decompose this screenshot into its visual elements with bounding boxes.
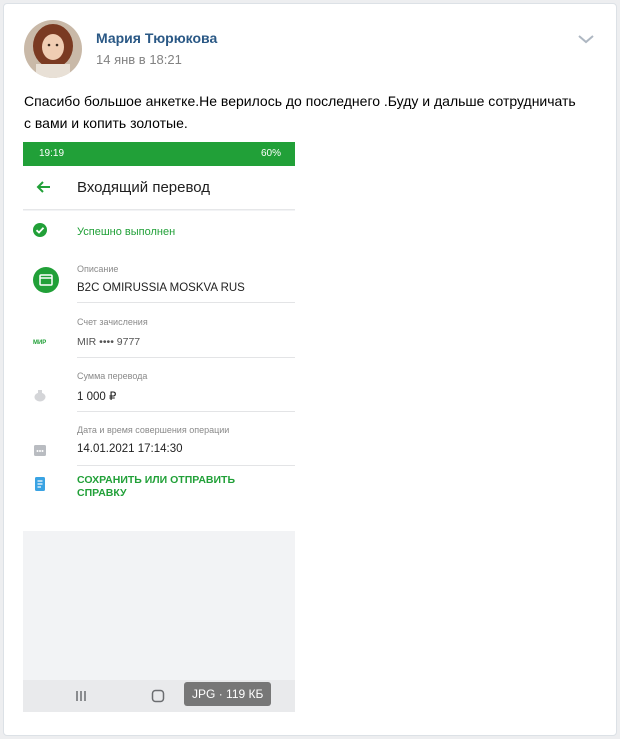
phone-status-bar: 19:19 60%: [23, 142, 295, 166]
app-header: Входящий перевод: [23, 166, 295, 210]
description-label: Описание: [77, 264, 119, 274]
account-label: Счет зачисления: [77, 317, 148, 327]
photo-attachment[interactable]: 19:19 60% Входящий перевод Успешно выпол…: [23, 142, 295, 712]
file-type: JPG: [192, 687, 216, 701]
avatar[interactable]: [24, 20, 82, 78]
recent-apps-icon: [76, 691, 86, 701]
divider: [77, 465, 295, 466]
file-size: 119 КБ: [226, 687, 264, 701]
success-check-icon: [33, 223, 47, 237]
post-date[interactable]: 14 янв в 18:21: [96, 52, 182, 67]
status-time: 19:19: [39, 148, 65, 159]
mir-logo: МИР: [33, 340, 47, 346]
document-icon: [35, 477, 45, 491]
status-label: Успешно выполнен: [77, 226, 176, 238]
amount-label: Сумма перевода: [77, 371, 148, 381]
post-text: Спасибо большое анкетке.Не верилось до п…: [24, 93, 576, 131]
divider: [77, 302, 295, 303]
wall-post: Мария Тюрюкова 14 янв в 18:21 Спасибо бо…: [3, 3, 617, 736]
divider: [77, 411, 295, 412]
datetime-label: Дата и время совершения операции: [77, 425, 230, 435]
divider: [77, 357, 295, 358]
account-value: MIR •••• 9777: [77, 336, 141, 348]
back-arrow-icon: [36, 181, 50, 193]
description-value: B2C OMIRUSSIA MOSKVA RUS: [77, 282, 245, 294]
amount-value: 1 000 ₽: [77, 391, 117, 403]
save-or-send-certificate-link[interactable]: СОХРАНИТЬ ИЛИ ОТПРАВИТЬ СПРАВКУ: [77, 474, 267, 500]
card-icon: [33, 267, 59, 293]
home-button-icon: [151, 689, 165, 703]
author-name[interactable]: Мария Тюрюкова: [96, 30, 217, 46]
datetime-value: 14.01.2021 17:14:30: [77, 443, 183, 455]
battery-level: 60%: [260, 148, 281, 159]
file-info-badge: JPG · 119 КБ: [184, 682, 272, 706]
datetime-icon: [34, 445, 46, 456]
chevron-down-icon[interactable]: [576, 32, 596, 46]
money-bag-icon: [34, 390, 46, 402]
app-title: Входящий перевод: [77, 179, 211, 196]
file-separator: ·: [218, 687, 223, 701]
